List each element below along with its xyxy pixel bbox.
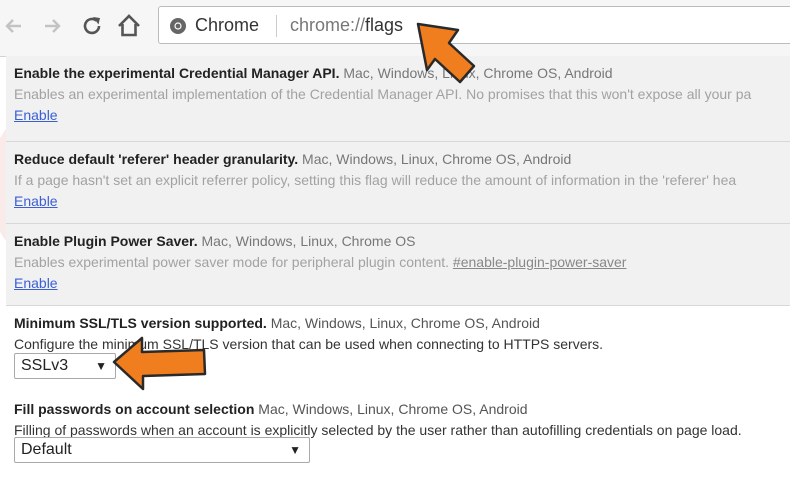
- flag-title-row: Minimum SSL/TLS version supported. Mac, …: [14, 315, 790, 332]
- flag-title-row: Fill passwords on account selection Mac,…: [14, 401, 790, 418]
- forward-icon: [45, 19, 61, 33]
- flag-entry: Enable Plugin Power Saver. Mac, Windows,…: [6, 224, 790, 306]
- flag-platforms: Mac, Windows, Linux, Chrome OS, Android: [302, 151, 572, 167]
- home-icon: [118, 14, 140, 37]
- flag-description: Enables an experimental implementation o…: [14, 86, 752, 102]
- url-text[interactable]: chrome://flags: [290, 15, 403, 36]
- dropdown-arrow-icon: ▼: [289, 443, 301, 457]
- flag-platforms: Mac, Windows, Linux, Chrome OS, Android: [270, 315, 540, 331]
- flag-title: Enable Plugin Power Saver.: [14, 233, 198, 249]
- back-button[interactable]: [0, 10, 28, 42]
- reload-icon: [83, 17, 101, 35]
- flag-title: Minimum SSL/TLS version supported.: [14, 315, 267, 331]
- dropdown-arrow-icon: ▼: [95, 359, 107, 373]
- back-icon: [5, 19, 21, 33]
- flag-title-row: Reduce default 'referer' header granular…: [14, 151, 790, 168]
- enable-link[interactable]: Enable: [14, 272, 58, 294]
- flag-description: Configure the minimum SSL/TLS version th…: [14, 336, 604, 352]
- flag-anchor-link[interactable]: #enable-plugin-power-saver: [453, 254, 627, 270]
- chrome-logo-icon: [170, 18, 186, 34]
- ssl-version-select[interactable]: SSLv3 ▼: [14, 353, 116, 379]
- flag-entry: Reduce default 'referer' header granular…: [6, 142, 790, 224]
- site-label: Chrome: [195, 15, 260, 35]
- flag-title: Enable the experimental Credential Manag…: [14, 65, 340, 81]
- flags-list: Enable the experimental Credential Manag…: [6, 56, 790, 484]
- flag-title-row: Enable the experimental Credential Manag…: [14, 65, 790, 82]
- home-button[interactable]: [115, 10, 143, 42]
- flag-description: If a page hasn't set an explicit referre…: [14, 172, 737, 188]
- flag-title: Fill passwords on account selection: [14, 401, 255, 417]
- fill-passwords-select[interactable]: Default ▼: [14, 437, 310, 463]
- flag-title-row: Enable Plugin Power Saver. Mac, Windows,…: [14, 233, 790, 250]
- flag-platforms: Mac, Windows, Linux, Chrome OS: [201, 233, 416, 249]
- flag-description-text: Enables experimental power saver mode fo…: [14, 254, 450, 270]
- browser-toolbar: Chrome chrome://flags: [0, 0, 790, 57]
- address-bar[interactable]: Chrome chrome://flags: [158, 6, 790, 44]
- flag-description: Enables experimental power saver mode fo…: [14, 252, 790, 272]
- flag-platforms: Mac, Windows, Linux, Chrome OS, Android: [258, 401, 528, 417]
- select-value: SSLv3: [21, 357, 69, 374]
- enable-link[interactable]: Enable: [14, 104, 58, 126]
- select-value: Default: [21, 441, 72, 458]
- flag-entry: Minimum SSL/TLS version supported. Mac, …: [6, 306, 790, 392]
- forward-button[interactable]: [38, 10, 66, 42]
- enable-link[interactable]: Enable: [14, 190, 58, 212]
- flag-entry: Enable the experimental Credential Manag…: [6, 56, 790, 142]
- omnibox-separator: [276, 15, 277, 37]
- flag-platforms: Mac, Windows, Linux, Chrome OS, Android: [343, 65, 613, 81]
- flag-title: Reduce default 'referer' header granular…: [14, 151, 299, 167]
- reload-button[interactable]: [78, 10, 106, 42]
